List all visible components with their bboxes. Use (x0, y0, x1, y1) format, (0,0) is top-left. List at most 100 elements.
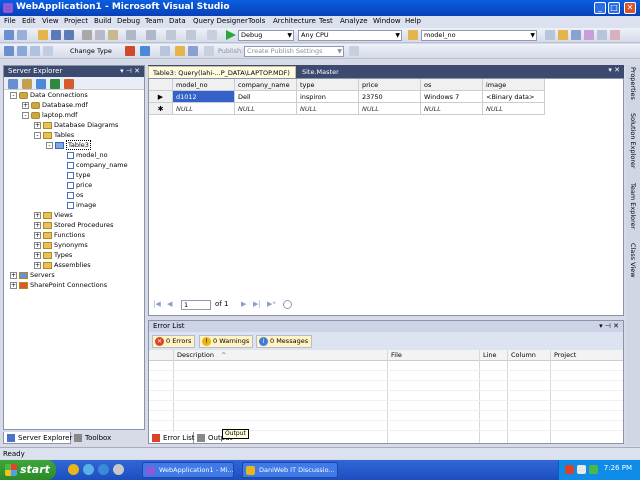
column-column[interactable]: Column (511, 351, 536, 359)
menu-file[interactable]: File (4, 17, 16, 25)
minimize-button[interactable]: _ (594, 2, 606, 14)
menu-help[interactable]: Help (405, 17, 421, 25)
tray-icon[interactable] (589, 465, 598, 474)
tab-properties[interactable]: Properties (627, 67, 639, 100)
stop-refresh-icon[interactable] (22, 79, 32, 89)
redo-icon[interactable] (146, 30, 156, 40)
row-selector[interactable]: ✱ (149, 103, 173, 115)
tree-item[interactable]: + Stored Procedures (34, 220, 113, 230)
grid-cell[interactable]: 23750 (359, 91, 421, 103)
tree-item[interactable]: + Synonyms (34, 240, 88, 250)
extension-manager-icon[interactable] (610, 30, 620, 40)
grid-cell[interactable]: NULL (421, 103, 483, 115)
start-button[interactable]: start (0, 460, 56, 480)
column-line[interactable]: Line (483, 351, 497, 359)
menu-debug[interactable]: Debug (117, 17, 140, 25)
collapse-icon[interactable]: - (34, 131, 41, 139)
expand-icon[interactable]: + (34, 211, 41, 219)
menu-architecture[interactable]: Architecture (273, 17, 316, 25)
undo-icon[interactable] (126, 30, 136, 40)
show-criteria-icon[interactable] (17, 46, 27, 56)
solution-platform-select[interactable]: Any CPU ▼ (298, 30, 402, 41)
menu-analyze[interactable]: Analyze (340, 17, 368, 25)
connect-sharepoint-icon[interactable] (64, 79, 74, 89)
first-record-icon[interactable]: |◀ (153, 300, 161, 308)
expand-icon[interactable]: + (22, 101, 29, 109)
grid-cell[interactable]: NULL (297, 103, 359, 115)
collapse-icon[interactable]: - (10, 91, 17, 99)
grid-cell[interactable]: NULL (173, 103, 235, 115)
copy-icon[interactable] (95, 30, 105, 40)
tree-item[interactable]: - Tables (34, 130, 74, 140)
grid-cell[interactable]: NULL (235, 103, 297, 115)
refresh-icon[interactable] (8, 79, 18, 89)
menu-build[interactable]: Build (94, 17, 112, 25)
tray-icon[interactable] (577, 465, 586, 474)
task-visual-studio[interactable]: WebApplication1 - Mi... (142, 462, 234, 478)
column-project[interactable]: Project (554, 351, 576, 359)
navigate-forward-icon[interactable] (186, 30, 196, 40)
expand-icon[interactable]: + (34, 241, 41, 249)
tree-item[interactable]: + Database.mdf (22, 100, 88, 110)
expand-icon[interactable]: + (10, 271, 17, 279)
start-page-icon[interactable] (597, 30, 607, 40)
menu-project[interactable]: Project (64, 17, 88, 25)
change-type-button[interactable]: Change Type (70, 47, 112, 55)
next-record-icon[interactable]: ▶ (241, 300, 246, 308)
tree-item[interactable]: + Functions (34, 230, 85, 240)
grid-column-header[interactable]: os (421, 79, 483, 91)
connect-server-icon[interactable] (50, 79, 60, 89)
tab-table3-query[interactable]: Table3: Query(lahi-...P_DATA\LAPTOP.MDF) (148, 66, 296, 78)
quicklaunch-app-icon[interactable] (83, 464, 94, 475)
paste-icon[interactable] (108, 30, 118, 40)
grid-cell[interactable]: inspiron (297, 91, 359, 103)
menu-window[interactable]: Window (373, 17, 401, 25)
cancel-query-icon[interactable] (283, 300, 292, 309)
tree-item[interactable]: - Data Connections (10, 90, 88, 100)
web-one-click-icon[interactable] (204, 46, 214, 56)
grid-column-header[interactable]: type (297, 79, 359, 91)
tree-item[interactable]: + Assemblies (34, 260, 91, 270)
new-project-icon[interactable] (4, 30, 14, 40)
tree-item[interactable]: + Database Diagrams (34, 120, 118, 130)
quicklaunch-app-icon[interactable] (113, 464, 124, 475)
menu-edit[interactable]: Edit (22, 17, 36, 25)
errors-filter-button[interactable]: ✕ 0 Errors (152, 335, 196, 348)
object-browser-icon[interactable] (571, 30, 581, 40)
publish-web-icon[interactable] (349, 46, 359, 56)
last-record-icon[interactable]: ▶| (253, 300, 261, 308)
tree-item[interactable]: type (58, 170, 91, 180)
menu-view[interactable]: View (42, 17, 59, 25)
tree-item[interactable]: + SharePoint Connections (10, 280, 107, 290)
show-diagram-icon[interactable] (4, 46, 14, 56)
current-record-input[interactable]: 1 (181, 300, 211, 310)
publish-settings-select[interactable]: Create Publish Settings ▼ (244, 46, 344, 57)
expand-icon[interactable]: + (10, 281, 17, 289)
find-combo[interactable]: model_no ▼ (421, 30, 537, 41)
quicklaunch-app-icon[interactable] (98, 464, 109, 475)
verify-sql-icon[interactable] (140, 46, 150, 56)
solution-configuration-select[interactable]: Debug ▼ (238, 30, 294, 41)
row-selector[interactable]: ▶ (149, 91, 173, 103)
chrome-icon[interactable] (68, 464, 79, 475)
show-sql-icon[interactable] (30, 46, 40, 56)
connect-database-icon[interactable] (36, 79, 46, 89)
solution-explorer-icon[interactable] (545, 30, 555, 40)
expand-icon[interactable]: + (34, 251, 41, 259)
task-daniweb[interactable]: DaniWeb IT Discussio... (242, 462, 338, 478)
add-item-icon[interactable] (17, 30, 27, 40)
navigate-back-icon[interactable] (166, 30, 176, 40)
tree-item[interactable]: price (58, 180, 92, 190)
add-derived-table-icon[interactable] (188, 46, 198, 56)
find-in-files-icon[interactable] (408, 30, 418, 40)
menu-query-designer[interactable]: Query Designer (193, 17, 248, 25)
save-all-icon[interactable] (64, 30, 74, 40)
properties-icon[interactable] (558, 30, 568, 40)
grid-cell[interactable]: <Binary data> (483, 91, 545, 103)
tab-class-view[interactable]: Class View (627, 243, 639, 278)
grid-column-header[interactable]: company_name (235, 79, 297, 91)
grid-cell[interactable]: Windows 7 (421, 91, 483, 103)
open-folder-icon[interactable] (38, 30, 48, 40)
tab-toolbox[interactable]: Toolbox (71, 432, 121, 444)
tab-server-explorer[interactable]: Server Explorer (3, 432, 72, 444)
